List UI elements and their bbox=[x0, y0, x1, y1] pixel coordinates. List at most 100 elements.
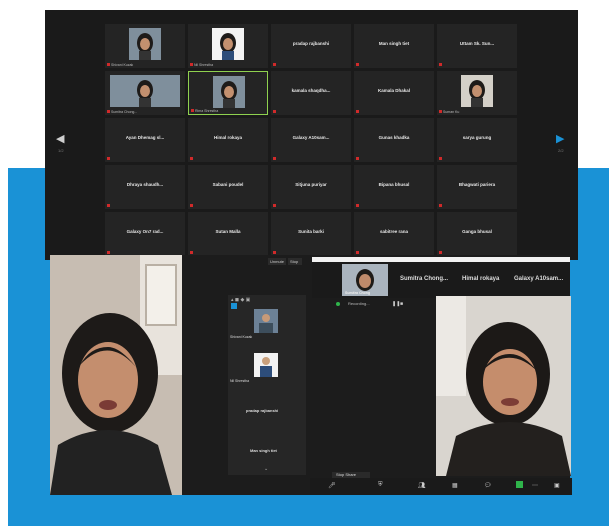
participant-caption: Nil Shrestha bbox=[194, 63, 214, 67]
panel-thumb-1 bbox=[254, 309, 278, 333]
muted-mic-icon bbox=[107, 157, 110, 160]
participant-tile[interactable]: Galaxy On7 rad... bbox=[105, 212, 185, 256]
participant-tile[interactable]: Sunita barki bbox=[271, 212, 351, 256]
participant-video bbox=[461, 75, 493, 107]
muted-mic-icon bbox=[191, 109, 194, 112]
participant-name: Dhraya shaudh... bbox=[126, 182, 164, 187]
participant-tile[interactable]: sarya gurung bbox=[437, 118, 517, 162]
participant-caption: Sumitra Chong... bbox=[111, 110, 138, 114]
participant-tile[interactable]: Himal rokaya bbox=[188, 118, 268, 162]
muted-mic-icon bbox=[107, 63, 110, 66]
muted-mic-icon bbox=[273, 157, 276, 160]
participant-name: pradap rajbanshi bbox=[292, 41, 330, 46]
muted-mic-icon bbox=[273, 204, 276, 207]
security-icon[interactable]: ⛨ bbox=[378, 482, 383, 489]
strip-name-2: Himal rokaya bbox=[462, 276, 500, 282]
participant-tile[interactable]: Shivani Kuzak bbox=[105, 24, 185, 68]
participant-video bbox=[129, 28, 161, 60]
participant-tile[interactable]: Galaxy A10sam... bbox=[271, 118, 351, 162]
recording-indicator[interactable]: Recording... ❚❚ ■ bbox=[336, 300, 416, 309]
participant-tile[interactable]: pradap rajbanshi bbox=[271, 24, 351, 68]
muted-mic-icon bbox=[439, 251, 442, 254]
muted-mic-icon bbox=[107, 251, 110, 254]
muted-mic-icon bbox=[356, 63, 359, 66]
participant-tile[interactable]: Bipana bhusal bbox=[354, 165, 434, 209]
strip-name-3: Galaxy A10sam... bbox=[514, 276, 564, 282]
muted-mic-icon bbox=[356, 251, 359, 254]
muted-mic-icon bbox=[273, 110, 276, 113]
participant-video bbox=[212, 28, 244, 60]
participant-tile[interactable]: Nil Shrestha bbox=[188, 24, 268, 68]
participant-name: Ayan Dhemag sl... bbox=[125, 135, 165, 140]
self-video-label: Sumitra Chong bbox=[345, 291, 371, 295]
next-page-caption: 2/2 bbox=[558, 148, 564, 153]
participant-tile[interactable]: Suman Ku bbox=[437, 71, 517, 115]
participant-tile[interactable]: Sutan Malla bbox=[188, 212, 268, 256]
prev-page-arrow-icon[interactable]: ◀ bbox=[56, 132, 64, 145]
mic-icon[interactable]: 🎤︎ bbox=[328, 482, 336, 489]
share-screen-icon[interactable] bbox=[516, 481, 523, 488]
participant-tile[interactable]: Dhraya shaudh... bbox=[105, 165, 185, 209]
participant-tile[interactable]: kamala shaqdha... bbox=[271, 71, 351, 115]
participant-name: sabitree rana bbox=[379, 229, 408, 234]
participant-name: Sunita barki bbox=[298, 229, 324, 234]
participant-name: Ganga bhusal bbox=[462, 229, 492, 234]
participant-name: Kamala Dhakal bbox=[377, 88, 411, 93]
polls-icon[interactable]: ▦ bbox=[452, 482, 458, 489]
participant-name: Man singh tiet bbox=[378, 41, 410, 46]
unmute-tab[interactable]: Unmute bbox=[268, 258, 286, 265]
next-page-arrow-icon[interactable]: ▶ bbox=[556, 132, 564, 145]
blue-background-bottom bbox=[8, 496, 609, 518]
muted-mic-icon bbox=[107, 110, 110, 113]
participant-tile[interactable]: Bhagwati pariera bbox=[437, 165, 517, 209]
participant-name: Sitjuna puriyar bbox=[295, 182, 327, 187]
participants-icon[interactable]: 👥︎ bbox=[418, 482, 426, 489]
chat-icon[interactable]: 💬︎ bbox=[484, 482, 492, 489]
muted-mic-icon bbox=[190, 63, 193, 66]
stop-tab[interactable]: Stop bbox=[288, 258, 302, 265]
stop-share-button[interactable]: Stop Share bbox=[332, 472, 370, 478]
muted-mic-icon bbox=[107, 204, 110, 207]
participant-name: sarya gurung bbox=[462, 135, 492, 140]
participant-tile[interactable]: Ayan Dhemag sl... bbox=[105, 118, 185, 162]
stop-icon[interactable]: ■ bbox=[400, 301, 403, 307]
participant-tile[interactable]: Sumitra Chong... bbox=[105, 71, 185, 115]
muted-mic-icon bbox=[356, 157, 359, 160]
participant-tile[interactable]: Rima Shrestha bbox=[188, 71, 268, 115]
participant-tile[interactable]: Kamala Dhakal bbox=[354, 71, 434, 115]
participant-name: Sutan Malla bbox=[215, 229, 241, 234]
participant-video bbox=[110, 75, 180, 107]
prev-page-caption: 1/2 bbox=[58, 148, 64, 153]
muted-mic-icon bbox=[439, 110, 442, 113]
participant-name: Gunas khadka bbox=[378, 135, 410, 140]
participant-tile[interactable]: Sabani poudel bbox=[188, 165, 268, 209]
muted-mic-icon bbox=[190, 204, 193, 207]
participant-tile[interactable]: Sitjuna puriyar bbox=[271, 165, 351, 209]
muted-mic-icon bbox=[273, 63, 276, 66]
more-icon[interactable]: ⋯ bbox=[532, 482, 538, 489]
panel-thumb-2 bbox=[254, 353, 278, 377]
participant-tile[interactable]: Man singh tiet bbox=[354, 24, 434, 68]
view-icon[interactable]: ▣ bbox=[554, 482, 560, 489]
recording-dot-icon bbox=[336, 302, 340, 306]
panel-selected-icon[interactable] bbox=[231, 303, 237, 309]
meeting-toolbar: Stop Share 🎤︎ ⛨ 👥︎ ▦ 💬︎ ⋯ ▣ bbox=[310, 472, 572, 495]
participant-tile[interactable]: Gunas khadka bbox=[354, 118, 434, 162]
muted-mic-icon bbox=[439, 204, 442, 207]
participant-name: Bhagwati pariera bbox=[458, 182, 496, 187]
scroll-down-icon[interactable]: ⌄ bbox=[264, 466, 268, 472]
participant-tile[interactable]: sabitree rana bbox=[354, 212, 434, 256]
webcam-right bbox=[436, 296, 571, 476]
muted-mic-icon bbox=[439, 157, 442, 160]
participant-name: Himal rokaya bbox=[213, 135, 242, 140]
participant-caption: Rima Shrestha bbox=[195, 109, 219, 113]
muted-mic-icon bbox=[190, 157, 193, 160]
participant-tile[interactable]: Uttam Sk. Sun... bbox=[437, 24, 517, 68]
webcam-left bbox=[50, 255, 182, 495]
participant-tile[interactable]: Ganga bhusal bbox=[437, 212, 517, 256]
window-title-bar bbox=[312, 257, 570, 262]
participant-name: Galaxy A10sam... bbox=[292, 135, 330, 140]
participant-caption: Suman Ku bbox=[443, 110, 460, 114]
participant-name: Bipana bhusal bbox=[378, 182, 410, 187]
panel-participant-4: Man singh tiet bbox=[250, 448, 277, 453]
